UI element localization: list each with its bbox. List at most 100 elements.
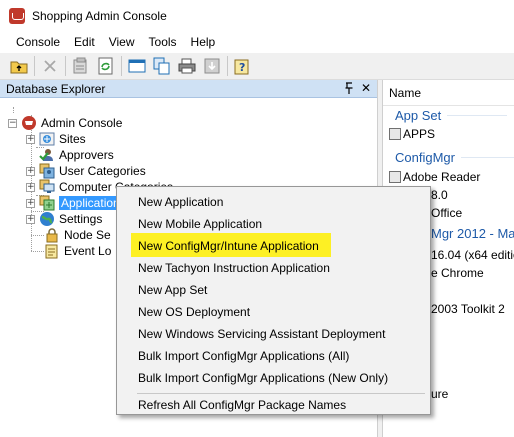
tree-node-event-log[interactable]: Event Lo [44, 243, 111, 259]
export-button[interactable] [201, 55, 223, 77]
menu-item-new-os-deployment[interactable]: New OS Deployment [138, 301, 250, 323]
group-label: Mgr 2012 - Mac [431, 226, 514, 241]
tree-node-settings[interactable]: + Settings [26, 211, 102, 227]
close-panel-button[interactable]: ✕ [361, 81, 371, 96]
tree-node-user-categories[interactable]: + User Categories [26, 163, 146, 179]
list-item-label: Adobe Reader [403, 170, 481, 184]
export-icon [204, 58, 220, 74]
expand-toggle[interactable]: + [26, 198, 35, 208]
print-button[interactable] [176, 55, 198, 77]
tree-node-node-security[interactable]: Node Se [44, 227, 111, 243]
explorer-title: Database Explorer [6, 81, 106, 96]
menu-item-new-windows-servicing-assistant-deployment[interactable]: New Windows Servicing Assistant Deployme… [138, 323, 385, 345]
tree-node-label: Approvers [59, 148, 114, 162]
menu-bar: Console Edit View Tools Help [0, 32, 514, 53]
list-item-label: e Chrome [431, 266, 484, 280]
tree-node-sites[interactable]: + Sites [26, 131, 86, 147]
list-item-label: 8.0 [431, 188, 448, 202]
tree-node-admin-console[interactable]: − Admin Console [8, 115, 122, 131]
menu-console[interactable]: Console [9, 32, 67, 53]
help-icon: ? [234, 59, 249, 75]
menu-item-new-app-set[interactable]: New App Set [138, 279, 207, 301]
tree-connector [13, 107, 14, 113]
up-folder-button[interactable] [8, 55, 30, 77]
delete-icon [44, 60, 56, 72]
window-button[interactable] [126, 55, 148, 77]
list-item[interactable]: ure [431, 387, 448, 401]
settings-globe-icon [39, 211, 55, 227]
up-folder-icon [10, 61, 28, 74]
toolbar-separator [121, 56, 122, 76]
event-log-icon [44, 243, 60, 259]
expand-toggle[interactable]: + [26, 134, 35, 144]
list-item-label: Office [431, 206, 463, 220]
svg-text:?: ? [239, 61, 245, 74]
window-icon [128, 59, 146, 73]
app-icon [389, 171, 401, 183]
lock-icon [44, 227, 60, 243]
group-header-configmgr[interactable]: ConfigMgr [395, 150, 514, 165]
list-item-label: 16.04 (x64 editio [431, 248, 514, 262]
copy-icon [153, 57, 170, 75]
tree-node-approvers[interactable]: Approvers [39, 147, 114, 163]
list-item-label: ure [431, 387, 449, 401]
tree-node-label: Event Lo [64, 244, 112, 258]
tree-node-label: Settings [59, 212, 103, 226]
refresh-icon [98, 57, 113, 75]
printer-icon [178, 58, 196, 74]
expand-toggle[interactable]: + [26, 166, 35, 176]
group-divider [460, 157, 514, 158]
list-item[interactable]: 8.0 [431, 188, 448, 202]
menu-item-bulk-import-new-only[interactable]: Bulk Import ConfigMgr Applications (New … [138, 367, 388, 389]
pin-icon[interactable] [343, 82, 355, 95]
toolbar-separator [227, 56, 228, 76]
list-item[interactable]: e Chrome [431, 266, 484, 280]
sites-icon [39, 131, 55, 147]
user-categories-icon [39, 163, 55, 179]
list-item[interactable]: Adobe Reader [389, 170, 480, 184]
tree-node-label: User Categories [59, 164, 146, 178]
group-header-app-set[interactable]: App Set [395, 108, 508, 123]
collapse-toggle[interactable]: − [8, 118, 17, 128]
menu-item-bulk-import-all[interactable]: Bulk Import ConfigMgr Applications (All) [138, 345, 349, 367]
tree-connector [31, 235, 44, 236]
menu-edit[interactable]: Edit [67, 32, 102, 53]
approvers-check-icon [39, 147, 55, 163]
list-item[interactable]: 2003 Toolkit 2 [431, 302, 505, 316]
tree-connector [31, 251, 44, 252]
toolbar: ? [0, 53, 514, 80]
delete-button[interactable] [39, 55, 61, 77]
menu-item-new-tachyon-instruction-application[interactable]: New Tachyon Instruction Application [138, 257, 330, 279]
admin-console-icon [21, 115, 37, 131]
refresh-button[interactable] [95, 55, 117, 77]
list-item[interactable]: Office [431, 206, 462, 220]
expand-toggle[interactable]: + [26, 182, 35, 192]
menu-item-new-mobile-application[interactable]: New Mobile Application [138, 213, 262, 235]
list-item[interactable]: APPS [389, 127, 435, 141]
menu-item-new-application[interactable]: New Application [138, 191, 223, 213]
group-header-mac[interactable]: Mgr 2012 - Mac [431, 226, 514, 241]
list-item[interactable]: 16.04 (x64 editio [431, 248, 514, 262]
tree-node-applications[interactable]: + Applications [26, 195, 128, 211]
tree-node-label: Admin Console [41, 116, 123, 130]
list-item-label: APPS [403, 127, 436, 141]
properties-icon [73, 57, 87, 74]
menu-tools[interactable]: Tools [142, 32, 184, 53]
toolbar-separator [34, 56, 35, 76]
help-button[interactable]: ? [232, 55, 254, 77]
list-item-label: 2003 Toolkit 2 [431, 302, 505, 316]
tree-node-label: Node Se [64, 228, 111, 242]
menu-item-new-configmgr-intune-application[interactable]: New ConfigMgr/Intune Application [138, 235, 319, 257]
properties-button[interactable] [70, 55, 92, 77]
app-cart-icon [9, 8, 25, 24]
group-label: App Set [395, 108, 442, 123]
window-title: Shopping Admin Console [32, 9, 167, 23]
copy-button[interactable] [151, 55, 173, 77]
menu-item-refresh-package-names[interactable]: Refresh All ConfigMgr Package Names [138, 394, 346, 416]
context-menu: New Application New Mobile Application N… [116, 186, 431, 415]
menu-view[interactable]: View [102, 32, 142, 53]
menu-help[interactable]: Help [184, 32, 223, 53]
expand-toggle[interactable]: + [26, 214, 35, 224]
app-icon [389, 128, 401, 140]
name-column-header[interactable]: Name [383, 80, 514, 106]
